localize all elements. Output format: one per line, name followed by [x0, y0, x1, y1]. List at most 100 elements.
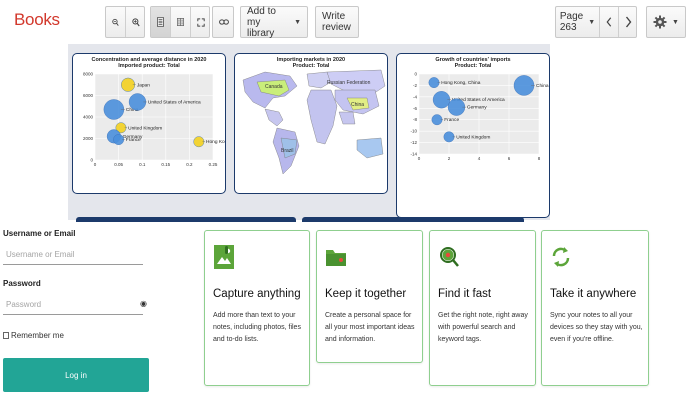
- y-tick-label: 6000: [83, 93, 94, 98]
- point-label: Hong Kong, China: [206, 139, 226, 145]
- x-tick-label: 0.15: [161, 162, 170, 167]
- feature-title: Keep it together: [325, 288, 407, 300]
- y-tick-label: 4000: [83, 115, 94, 120]
- x-tick-label: 4: [478, 156, 481, 161]
- two-page-view-button[interactable]: [171, 7, 191, 37]
- feature-description: Create a personal space for all your mos…: [325, 312, 415, 343]
- chevron-left-icon: [606, 17, 612, 27]
- gear-icon: [653, 15, 667, 29]
- remember-me-checkbox[interactable]: Remember me: [3, 331, 64, 340]
- feature-title: Take it anywhere: [550, 288, 637, 300]
- point-label: United Kingdom: [128, 125, 162, 131]
- next-page-button[interactable]: [619, 7, 638, 37]
- point-label: Japan: [137, 82, 150, 88]
- write-review-button[interactable]: Write review: [316, 7, 358, 37]
- login-button[interactable]: Log in: [3, 358, 149, 392]
- feature-title: Find it fast: [438, 288, 492, 300]
- password-input[interactable]: [3, 295, 143, 315]
- sync-icon: [552, 247, 570, 267]
- x-tick-label: 0.2: [186, 162, 193, 167]
- y-tick-label: 2000: [83, 136, 94, 141]
- single-page-view-button[interactable]: [151, 7, 171, 37]
- link-control: [212, 6, 234, 38]
- figure-divider: [302, 217, 524, 222]
- x-tick-label: 0: [94, 162, 97, 167]
- feature-card-take-anywhere: Take it anywhere Sync your notes to all …: [541, 230, 649, 386]
- world-map: Canada Russian Federation China Brazil: [242, 69, 386, 175]
- point-label: France: [126, 137, 141, 143]
- link-button[interactable]: [213, 7, 235, 37]
- figure-divider: [76, 217, 296, 222]
- add-to-library-button[interactable]: Add to my library ▼: [241, 5, 307, 39]
- search-icon: [440, 247, 459, 267]
- point-label: France: [444, 117, 459, 123]
- concentration-chart-card: Concentration and average distance in 20…: [72, 53, 226, 194]
- x-tick-label: 0: [418, 156, 421, 161]
- importing-markets-map-card: Importing markets in 2020 Product: Total…: [234, 53, 388, 194]
- feature-title: Capture anything: [213, 288, 301, 300]
- previous-page-button[interactable]: [600, 7, 619, 37]
- fullscreen-icon: [197, 17, 205, 27]
- feature-card-keep-together: Keep it together Create a personal space…: [316, 230, 423, 363]
- login-button-label: Log in: [65, 370, 87, 380]
- add-to-library-label: Add to my library: [247, 5, 276, 39]
- zoom-out-button[interactable]: [106, 7, 126, 37]
- checkbox-box[interactable]: [3, 332, 9, 339]
- zoom-in-button[interactable]: [126, 7, 146, 37]
- two-page-icon: [177, 18, 184, 26]
- single-page-icon: [157, 17, 164, 27]
- y-tick-label: -12: [410, 140, 417, 145]
- map-label-china: China: [351, 102, 364, 108]
- chevron-down-icon: ▼: [588, 18, 596, 26]
- view-mode-controls: [150, 6, 210, 38]
- username-input[interactable]: [3, 245, 143, 265]
- point-label: Hong Kong, China: [441, 80, 481, 86]
- write-review-control: Write review: [315, 6, 359, 38]
- add-library-control: Add to my library ▼: [240, 5, 308, 39]
- page-navigation: Page 263 ▼: [555, 6, 637, 38]
- y-tick-label: -14: [410, 152, 417, 157]
- x-tick-label: 2: [448, 156, 451, 161]
- map-label-canada: Canada: [265, 84, 283, 90]
- x-tick-label: 0.25: [209, 162, 218, 167]
- x-tick-label: 8: [538, 156, 541, 161]
- show-password-icon[interactable]: ◉: [140, 299, 147, 308]
- page-number-label: Page 263: [559, 11, 584, 33]
- feature-description: Add more than text to your notes, includ…: [213, 312, 301, 343]
- chevron-down-icon: ▼: [294, 18, 301, 26]
- map-label-russia: Russian Federation: [327, 80, 371, 86]
- capture-icon: [214, 245, 234, 269]
- feature-card-find-fast: Find it fast Get the right note, right a…: [429, 230, 536, 386]
- y-tick-label: -4: [413, 94, 417, 99]
- books-logo[interactable]: Books: [14, 10, 60, 30]
- x-tick-label: 0.05: [114, 162, 123, 167]
- fullscreen-button[interactable]: [191, 7, 211, 37]
- x-tick-label: 0.1: [139, 162, 146, 167]
- zoom-controls: [105, 6, 145, 38]
- x-tick-label: 6: [508, 156, 511, 161]
- link-icon: [219, 19, 229, 25]
- point-label: Germany: [467, 105, 487, 111]
- settings-button[interactable]: ▼: [647, 7, 685, 37]
- folder-icon: [326, 250, 346, 266]
- zoom-in-icon: [132, 17, 140, 26]
- y-tick-label: -2: [413, 83, 417, 88]
- imports-growth-chart-card: Growth of countries' imports Product: To…: [396, 53, 550, 218]
- write-review-label: Write review: [322, 11, 351, 33]
- feature-card-capture: Capture anything Add more than text to y…: [204, 230, 310, 386]
- point-label: United States of America: [148, 99, 201, 105]
- password-label: Password: [3, 279, 41, 288]
- point-label: United Kingdom: [456, 134, 490, 140]
- remember-me-label: Remember me: [11, 331, 64, 340]
- y-tick-label: 0: [414, 72, 417, 77]
- data-point: [113, 134, 124, 145]
- page-select[interactable]: Page 263 ▼: [556, 7, 600, 37]
- feature-description: Get the right note, right away with powe…: [438, 312, 528, 343]
- y-tick-label: -6: [413, 106, 417, 111]
- concentration-scatter-plot: 0 0.05 0.1 0.15 0.2 0.2502000400060008000Japa…: [83, 72, 226, 168]
- chevron-right-icon: [625, 16, 632, 28]
- username-label: Username or Email: [3, 229, 76, 238]
- map-label-brazil: Brazil: [281, 148, 294, 154]
- y-tick-label: -10: [410, 129, 417, 134]
- chevron-down-icon: ▼: [672, 18, 679, 26]
